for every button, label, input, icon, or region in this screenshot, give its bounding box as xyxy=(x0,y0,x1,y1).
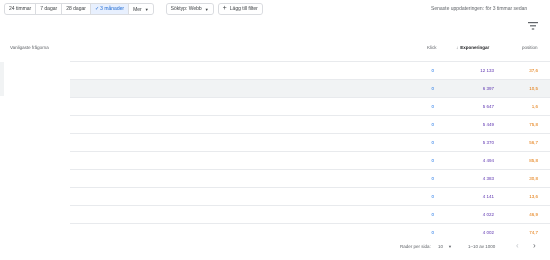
date-range-toolbar: 24 timmar 7 dagar 28 dagar ✓3 månader Me… xyxy=(4,3,263,15)
cell-clicks: 0 xyxy=(431,68,434,73)
cell-position: 13,6 xyxy=(529,194,538,199)
table-row[interactable]: 0 4 022 46,9 xyxy=(70,205,550,223)
arrow-down-icon: ↓ xyxy=(456,45,459,50)
table-row[interactable]: 0 4 494 85,8 xyxy=(70,151,550,169)
add-filter-button[interactable]: + Lägg till filter xyxy=(217,3,263,15)
cell-impressions: 4 022 xyxy=(482,212,494,217)
cell-position: 75,8 xyxy=(529,122,538,127)
cell-clicks: 0 xyxy=(431,230,434,235)
cell-impressions: 4 383 xyxy=(482,176,494,181)
cell-position: 46,9 xyxy=(529,212,538,217)
plus-icon: + xyxy=(222,5,227,12)
add-filter-label: Lägg till filter xyxy=(229,5,258,12)
cell-position: 37,6 xyxy=(529,68,538,73)
cell-impressions: 4 494 xyxy=(482,158,494,163)
chevron-down-icon: ▼ xyxy=(448,244,452,249)
chevron-left-icon[interactable]: ‹ xyxy=(516,241,519,250)
column-header-impressions[interactable]: ↓ Exponeringar xyxy=(456,45,489,50)
cell-clicks: 0 xyxy=(431,122,434,127)
cell-impressions: 4 002 xyxy=(482,230,494,235)
cell-position: 56,7 xyxy=(529,140,538,145)
search-type-label: Söktyp: Webb xyxy=(170,5,202,12)
table-header: Vanligaste frågorna Klick ↓ Exponeringar … xyxy=(0,37,550,61)
cell-position: 85,8 xyxy=(529,158,538,163)
column-header-query[interactable]: Vanligaste frågorna xyxy=(10,45,49,50)
chevron-right-icon[interactable]: › xyxy=(533,241,536,250)
search-type-filter[interactable]: Söktyp: Webb ▼ xyxy=(165,3,214,15)
column-header-impressions-label: Exponeringar xyxy=(460,45,490,50)
last-updated-text: Senaste uppdateringen: för 3 timmar seda… xyxy=(431,6,528,12)
rows-per-page-label: Rader per sida: xyxy=(400,244,431,249)
cell-position: 1,6 xyxy=(531,104,538,109)
cell-clicks: 0 xyxy=(431,140,434,145)
range-24h-button[interactable]: 24 timmar xyxy=(5,4,37,14)
table-row[interactable]: 0 4 383 30,8 xyxy=(70,169,550,187)
check-icon: ✓ xyxy=(94,6,100,12)
cell-clicks: 0 xyxy=(431,212,434,217)
range-28d-button[interactable]: 28 dagar xyxy=(62,4,91,14)
pagination-range: 1–10 av 1000 xyxy=(468,244,496,249)
cell-clicks: 0 xyxy=(431,176,434,181)
range-more-button[interactable]: Mer ▼ xyxy=(129,4,153,14)
column-header-position[interactable]: position xyxy=(522,45,538,50)
pagination-bar: Rader per sida: 10 ▼ 1–10 av 1000 ‹ › xyxy=(0,238,550,256)
range-more-label: Mer xyxy=(133,7,142,13)
table-row[interactable]: 0 4 141 13,6 xyxy=(70,187,550,205)
cell-position: 30,8 xyxy=(529,176,538,181)
date-range-segmented-control: 24 timmar 7 dagar 28 dagar ✓3 månader Me… xyxy=(4,3,154,15)
cell-impressions: 5 370 xyxy=(482,140,494,145)
column-header-clicks[interactable]: Klick xyxy=(427,45,437,50)
table-row[interactable]: 0 6 397 10,5 xyxy=(70,79,550,97)
range-3m-label: 3 månader xyxy=(100,6,125,12)
filter-icon[interactable] xyxy=(528,22,538,30)
cell-clicks: 0 xyxy=(431,86,434,91)
cell-impressions: 12 133 xyxy=(480,68,494,73)
cell-position: 74,7 xyxy=(529,230,538,235)
table-row[interactable]: 0 5 370 56,7 xyxy=(70,133,550,151)
range-3m-button[interactable]: ✓3 månader xyxy=(90,4,130,14)
chevron-down-icon: ▼ xyxy=(204,6,209,12)
table-row[interactable]: 0 5 449 75,8 xyxy=(70,115,550,133)
chevron-down-icon: ▼ xyxy=(144,7,149,12)
queries-table: Vanligaste frågorna Klick ↓ Exponeringar … xyxy=(0,37,550,241)
table-row[interactable]: 0 12 133 37,6 xyxy=(70,61,550,79)
cell-impressions: 4 141 xyxy=(482,194,494,199)
cell-clicks: 0 xyxy=(431,194,434,199)
table-row[interactable]: 0 5 647 1,6 xyxy=(70,97,550,115)
cell-impressions: 5 647 xyxy=(482,104,494,109)
range-7d-button[interactable]: 7 dagar xyxy=(36,4,63,14)
cell-impressions: 6 397 xyxy=(482,86,494,91)
rows-per-page-value: 10 xyxy=(438,244,444,249)
rows-per-page-select[interactable]: 10 ▼ xyxy=(438,244,452,249)
cell-clicks: 0 xyxy=(431,158,434,163)
cell-position: 10,5 xyxy=(529,86,538,91)
cell-clicks: 0 xyxy=(431,104,434,109)
row-hover-indicator xyxy=(0,62,4,96)
cell-impressions: 5 449 xyxy=(482,122,494,127)
